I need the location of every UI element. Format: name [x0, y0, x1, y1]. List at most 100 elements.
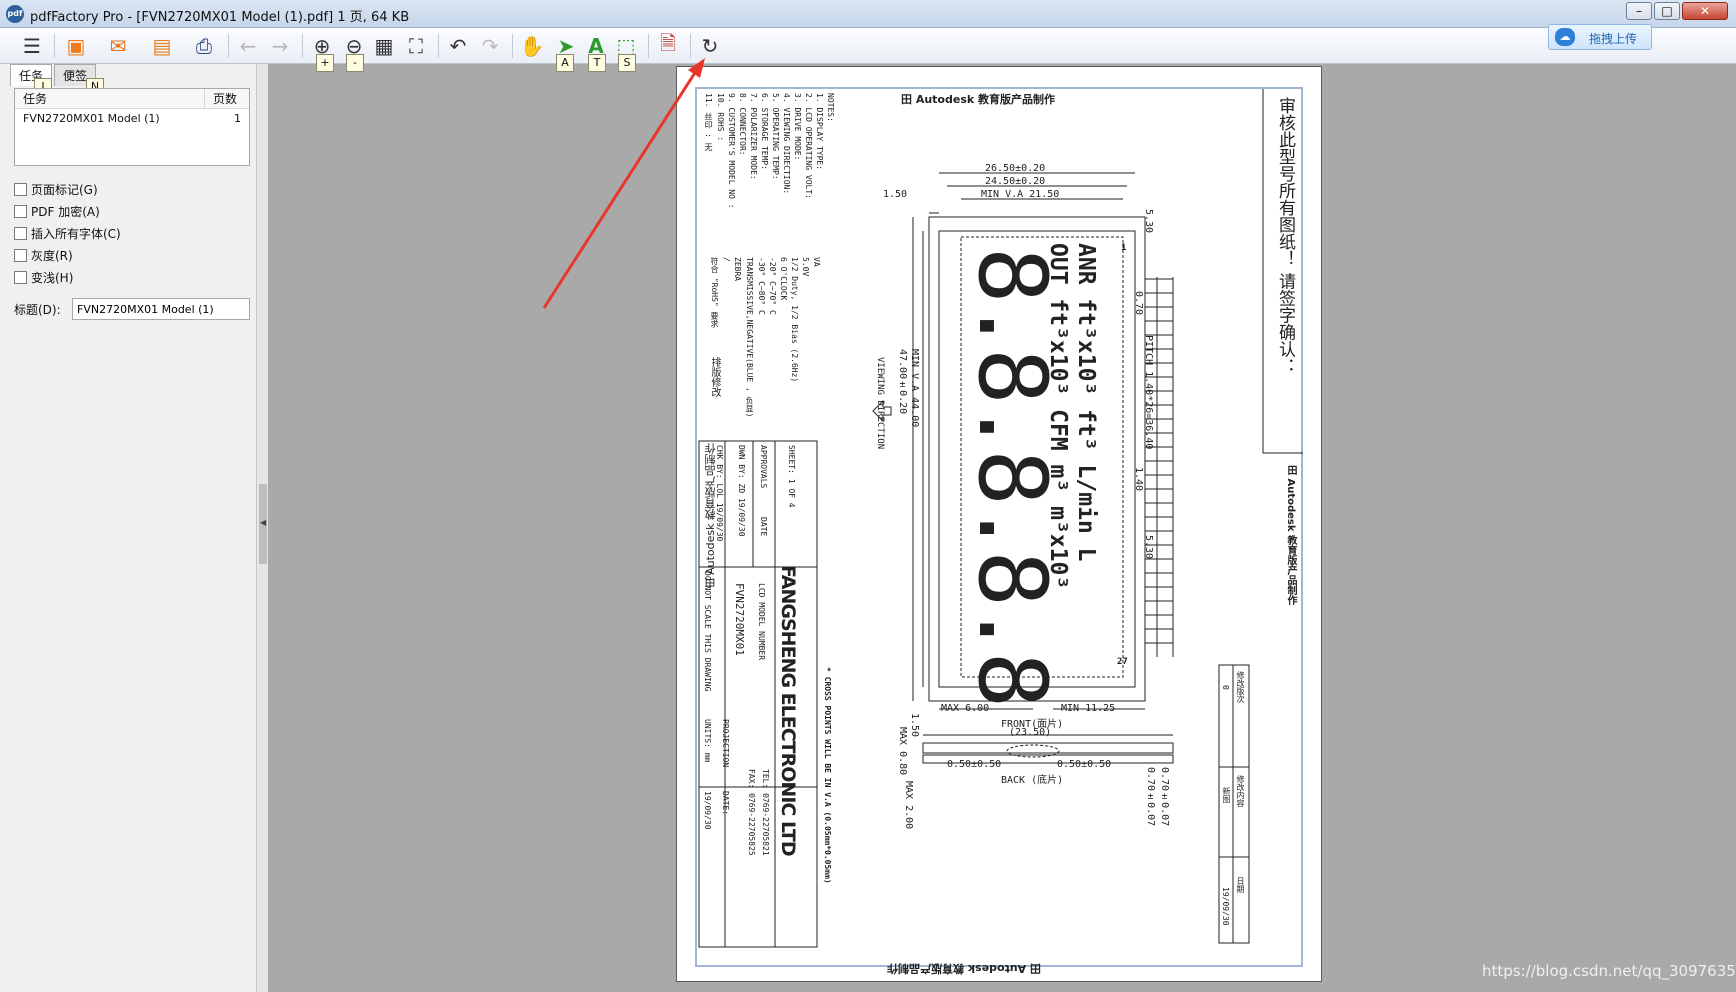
company-name: FANGSHENG ELECTRONIC LTD [777, 565, 799, 856]
review-note: 审核此型号所有图纸！ 请签字确认： [1275, 97, 1295, 375]
rev-date: 19/09/30 [1221, 887, 1230, 926]
checkbox[interactable] [14, 226, 27, 240]
forward-icon[interactable]: → [266, 32, 294, 60]
dim-height: 47.00±0.20 [897, 349, 908, 415]
dim-min-va: MIN V.A 21.50 [981, 189, 1060, 200]
note-value: 5.0V [801, 257, 810, 277]
option-embed-fonts[interactable]: 插入所有字体(C) [14, 222, 121, 244]
company-fax: FAX: 0769-22705825 [747, 769, 756, 856]
note-value: -20° C~70° C [768, 257, 777, 315]
menu-icon[interactable]: ☰ [18, 32, 46, 60]
checkbox[interactable] [14, 182, 27, 196]
cross-points-note: * CROSS POINTS WILL BE IN V.A (0.05mm*0.… [823, 667, 832, 884]
lcd-row-bottom: OUT ft³x10³ CFM m³ m³x10³ [1045, 243, 1071, 590]
pdf-page: 田 Autodesk 教育版产品制作 田 Autodesk 教育版产品制作 审核… [676, 66, 1322, 982]
rev-head-version: 修改版次 [1236, 671, 1245, 703]
note-value: VA [812, 257, 821, 267]
option-lighten[interactable]: 变浅(H) [14, 266, 121, 288]
checked-by: CHK BY: LOL 19/09/30 [715, 445, 724, 542]
open-icon[interactable]: ▣ [62, 32, 90, 60]
units-label: UNITS: mm [703, 719, 712, 763]
title-input[interactable] [72, 298, 250, 320]
rev-version: 0 [1221, 685, 1230, 690]
option-pdf-encrypt[interactable]: PDF 加密(A) [14, 200, 121, 222]
dim-pitch: PITCH 1.40*26=36.40 [1143, 335, 1154, 450]
title-bar: pdf pdfFactory Pro - [FVN2720MX01 Model … [0, 0, 1736, 28]
pages-column-header[interactable]: 页数 [205, 89, 237, 108]
redo-icon[interactable]: ↷ [476, 32, 504, 60]
dim-1-40: 1.40 [1133, 467, 1144, 492]
date-column-label: DATE [759, 517, 768, 537]
close-icon[interactable]: ✕ [1682, 2, 1728, 20]
email-icon[interactable]: ✉ [104, 32, 132, 60]
option-grayscale[interactable]: 灰度(R) [14, 244, 121, 266]
cloud-upload-button[interactable]: ☁ 拖拽上传 [1548, 24, 1652, 50]
top-banner: 田 Autodesk 教育版产品制作 [901, 93, 1056, 106]
checkbox[interactable] [14, 270, 27, 284]
rev-head-content: 修改内容 [1236, 775, 1245, 807]
company-tel: TEL: 0769-22705821 [761, 769, 770, 856]
checkbox[interactable] [14, 248, 27, 262]
keytip-text: T [588, 54, 606, 72]
side-dim-2: 0.50±0.50 [1057, 759, 1112, 770]
minimize-icon[interactable]: – [1626, 2, 1652, 20]
refresh-icon[interactable]: ↻ [696, 32, 724, 60]
lcd-row-top: ANR ft³x10³ ft³ L/min L [1073, 243, 1099, 562]
panel-splitter[interactable]: ◀ [256, 64, 268, 992]
dim-width-inner: 24.50±0.20 [985, 176, 1046, 187]
keytip-snapshot: S [618, 54, 636, 72]
back-label: BACK (底片) [1001, 775, 1064, 786]
rev-head-date: 日期 [1236, 877, 1245, 893]
date-value: 19/09/30 [703, 791, 712, 830]
rev-content: 新图 [1222, 787, 1231, 803]
dim-0-70: 0.70 [1133, 291, 1144, 316]
model-number: FVN2720MX01 [733, 583, 746, 656]
option-page-marks[interactable]: 页面标记(G) [14, 178, 121, 200]
fit-page-icon[interactable]: ⛶ [402, 32, 430, 60]
note-value: TRANSMISSIVE,NEGATIVE(BLUE , 负显) [745, 257, 754, 418]
side-thk-1: 0.70±0.07 [1159, 767, 1170, 827]
viewing-direction: VIEWING DIRECTION [875, 357, 885, 450]
date-label: DATE: [721, 791, 730, 816]
drawn-by: DWN BY: ZD 19/09/30 [737, 445, 746, 537]
title-label: 标题(D): [14, 302, 61, 317]
print-icon[interactable]: ⎙ [190, 32, 218, 60]
keytip-zoom-in: + [316, 54, 334, 72]
side-dim-1: 0.50±0.50 [947, 759, 1002, 770]
bottom-banner: 田 Autodesk 教育版产品制作 [886, 962, 1041, 975]
dim-5-30-bottom: 5.30 [1143, 535, 1154, 560]
app-logo-icon: pdf [6, 5, 24, 23]
table-row[interactable]: FVN2720MX01 Model (1) 1 [15, 109, 249, 129]
notes-values: VA 5.0V 1/2 Duty, 1/2 Bias (2.6Hz) 6 O'CLOC… [709, 257, 821, 427]
cloud-upload-label: 拖拽上传 [1589, 32, 1638, 46]
window-title: pdfFactory Pro - [FVN2720MX01 Model (1).… [30, 10, 410, 25]
back-icon[interactable]: ← [234, 32, 262, 60]
right-banner: 田 Autodesk 教育版产品制作 [1285, 465, 1296, 606]
task-pages: 1 [234, 112, 241, 125]
maximize-icon[interactable]: □ [1654, 2, 1680, 20]
note-line: NOTES: [826, 93, 835, 122]
thumbnails-icon[interactable]: ▦ [370, 32, 398, 60]
watermark: https://blog.csdn.net/qq_30976353 [1482, 962, 1736, 980]
pin-27-label: 27 [1117, 657, 1128, 667]
collapse-arrow-icon[interactable]: ◀ [260, 518, 266, 527]
checkbox[interactable] [14, 204, 27, 218]
task-column-header[interactable]: 任务 [15, 89, 205, 108]
dim-width-outer: 26.50±0.20 [985, 163, 1046, 174]
keytip-select: A [556, 54, 574, 72]
scale-note: DO NOT SCALE THIS DRAWING [703, 571, 712, 692]
cloud-icon: ☁ [1555, 28, 1575, 46]
delete-page-icon[interactable]: 🗎 [654, 31, 682, 60]
task-list: 任务 页数 FVN2720MX01 Model (1) 1 [14, 88, 250, 166]
side-max: MAX 2.00 [903, 781, 914, 830]
model-label: LCD MODEL NUMBER [757, 583, 766, 661]
hand-tool-icon[interactable]: ✋ [518, 32, 546, 60]
save-icon[interactable]: ▤ [148, 32, 176, 60]
undo-icon[interactable]: ↶ [444, 32, 472, 60]
dim-max-0-80: MAX 0.80 [897, 727, 908, 776]
projection-label: PROJECTION [721, 719, 730, 768]
note-value: / [722, 257, 731, 262]
left-panel: 任务 便签 J N 任务 页数 FVN2720MX01 Model (1) 1 … [0, 64, 262, 992]
task-name: FVN2720MX01 Model (1) [23, 112, 160, 125]
keytip-zoom-out: - [346, 54, 364, 72]
